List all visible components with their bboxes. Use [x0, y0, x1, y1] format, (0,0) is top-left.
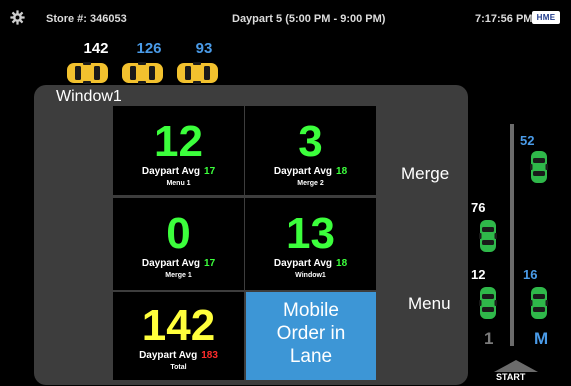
yellow-car-icon [122, 62, 163, 84]
tile-daypart-avg: Daypart Avg 17 [113, 258, 244, 269]
lane1-top-count: 76 [471, 200, 486, 215]
store-number: Store #: 346053 [46, 13, 127, 25]
merge-label: Merge [401, 164, 450, 183]
green-car-icon [530, 151, 548, 183]
tile-value: 0 [166, 209, 191, 258]
avg-value: 17 [204, 258, 216, 269]
avg-value: 183 [201, 350, 218, 361]
lane-1-label: 1 [484, 329, 494, 348]
tile-daypart-avg: Daypart Avg 183 [113, 350, 244, 361]
tile-menu-1[interactable]: 12 Daypart Avg 17 Menu 1 [113, 106, 244, 195]
lane1-bottom-count: 12 [471, 267, 486, 282]
green-car-icon [479, 220, 497, 252]
tile-window1[interactable]: 13 Daypart Avg 18 Window1 [245, 198, 376, 290]
tile-daypart-avg: Daypart Avg 17 [113, 166, 244, 177]
tile-merge-1[interactable]: 0 Daypart Avg 17 Merge 1 [113, 198, 244, 290]
queue-count-2: 126 [136, 40, 162, 57]
panel-title: Window1 [56, 88, 122, 105]
clock: 7:17:56 PM [475, 13, 533, 25]
lane2-top-count: 52 [520, 133, 535, 148]
tile-value: 12 [154, 117, 203, 166]
gear-icon[interactable] [10, 10, 25, 25]
avg-label: Daypart Avg [273, 166, 333, 177]
avg-value: 18 [336, 166, 348, 177]
tile-daypart-avg: Daypart Avg 18 [245, 258, 376, 269]
start-label: START [496, 372, 526, 382]
tile-daypart-avg: Daypart Avg 18 [245, 166, 376, 177]
lane-m-label: M [534, 329, 549, 348]
mobile-line-1: Mobile [283, 300, 339, 321]
daypart-label: Daypart 5 (5:00 PM - 9:00 PM) [232, 13, 386, 25]
avg-label: Daypart Avg [141, 258, 201, 269]
green-car-icon [530, 287, 548, 319]
queue-count-3: 93 [195, 40, 213, 57]
green-car-icon [479, 287, 497, 319]
mobile-line-2: Order in [276, 323, 346, 344]
tile-value: 13 [286, 209, 335, 258]
tile-sub-label: Menu 1 [166, 180, 191, 187]
tile-value: 3 [298, 117, 323, 166]
tile-total[interactable]: 142 Daypart Avg 183 Total [113, 292, 244, 380]
hme-logo: HME [532, 11, 560, 24]
tile-sub-label: Total [170, 364, 187, 371]
avg-value: 17 [204, 166, 216, 177]
tile-merge-2[interactable]: 3 Daypart Avg 18 Merge 2 [245, 106, 376, 195]
avg-label: Daypart Avg [141, 166, 201, 177]
queue-count-1: 142 [83, 40, 109, 57]
top-bar: Store #: 346053 Daypart 5 (5:00 PM - 9:0… [0, 0, 571, 34]
mobile-order-tile[interactable]: Mobile Order in Lane [246, 292, 376, 380]
tile-value: 142 [141, 301, 216, 350]
tile-sub-label: Merge 1 [165, 272, 192, 279]
avg-value: 18 [336, 258, 348, 269]
avg-label: Daypart Avg [273, 258, 333, 269]
yellow-car-icon [67, 62, 108, 84]
mobile-line-3: Lane [289, 346, 333, 367]
tile-sub-label: Merge 2 [297, 180, 324, 187]
menu-label: Menu [408, 294, 451, 313]
tile-sub-label: Window1 [295, 272, 326, 279]
lane2-bottom-count: 16 [523, 267, 538, 282]
avg-label: Daypart Avg [139, 350, 198, 361]
yellow-car-icon [177, 62, 218, 84]
lane-divider [510, 124, 514, 346]
